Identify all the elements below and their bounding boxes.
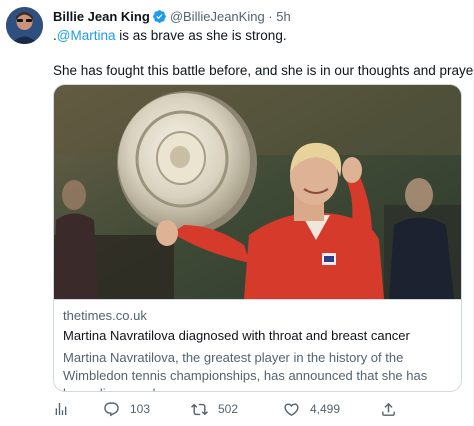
separator-dot: · [268, 9, 273, 24]
tweet-text-line-1: .@Martina is as brave as she is strong. [53, 27, 287, 45]
verified-badge-icon [152, 9, 167, 28]
tweet[interactable]: Billie Jean King @BillieJeanKing · 5h .@M… [0, 0, 474, 426]
mention-link[interactable]: @Martina [57, 28, 116, 43]
share-button[interactable] [380, 398, 397, 420]
card-description: Martina Navratilova, the greatest player… [63, 350, 428, 391]
author-name[interactable]: Billie Jean King [53, 9, 150, 24]
tweet-header: Billie Jean King @BillieJeanKing · 5h [53, 9, 291, 28]
link-card[interactable]: thetimes.co.uk Martina Navratilova diagn… [53, 84, 462, 392]
card-domain: thetimes.co.uk [63, 308, 147, 323]
retweet-button[interactable]: 502 [191, 398, 238, 420]
tweet-actions: 103 502 4,499 [53, 398, 453, 420]
views-button[interactable] [53, 398, 69, 420]
like-button[interactable]: 4,499 [283, 398, 340, 420]
card-body[interactable]: thetimes.co.uk Martina Navratilova diagn… [54, 299, 461, 391]
reply-button[interactable]: 103 [103, 398, 150, 420]
share-icon [380, 401, 397, 418]
tweet-timestamp[interactable]: 5h [276, 9, 290, 24]
like-count: 4,499 [310, 402, 341, 416]
reply-count: 103 [130, 402, 151, 416]
retweet-count: 502 [218, 402, 239, 416]
heart-icon [283, 401, 300, 418]
tweet-text-line-2: She has fought this battle before, and s… [53, 63, 474, 78]
analytics-icon [53, 401, 69, 417]
card-title[interactable]: Martina Navratilova diagnosed with throa… [63, 328, 410, 343]
retweet-icon [191, 401, 208, 418]
tweet-text-rest: is as brave as she is strong. [115, 28, 287, 43]
reply-icon [103, 401, 120, 418]
card-image[interactable] [54, 85, 461, 299]
author-handle[interactable]: @BillieJeanKing [170, 9, 265, 24]
avatar[interactable] [6, 7, 43, 44]
